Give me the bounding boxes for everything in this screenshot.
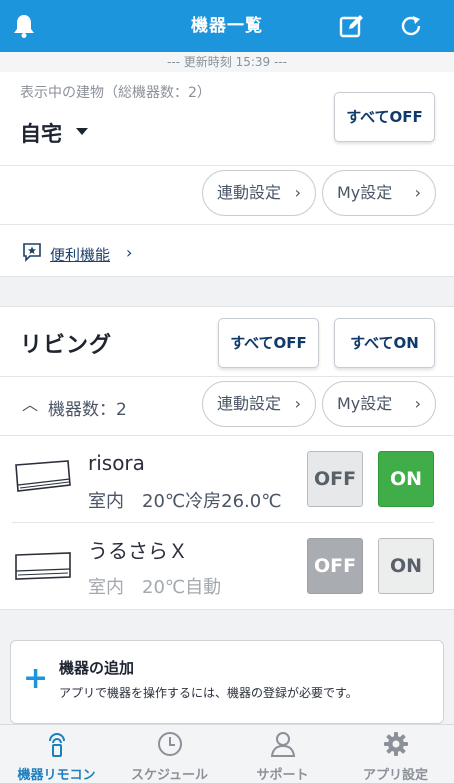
device-off-button[interactable]: OFF	[307, 451, 363, 507]
chevron-right-icon: ›	[294, 183, 301, 202]
page-title: 機器一覧	[191, 16, 263, 36]
room-name: リビング	[20, 333, 113, 358]
add-device-card[interactable]: + 機器の追加 アプリで機器を操作するには、機器の登録が必要です。	[10, 640, 444, 724]
room-all-off-button[interactable]: すべてOFF	[218, 318, 319, 368]
divider	[0, 435, 454, 436]
building-selector[interactable]: 自宅	[20, 118, 62, 148]
my-setting-label: My設定	[337, 183, 393, 202]
chevron-right-icon: ›	[126, 243, 133, 262]
tab-label: スケジュール	[130, 768, 209, 783]
device-status: 室内 20℃冷房26.0℃	[88, 491, 282, 512]
divider	[0, 165, 454, 166]
device-off-button[interactable]: OFF	[307, 538, 363, 594]
tab-schedule[interactable]: スケジュール	[113, 725, 226, 783]
refresh-icon[interactable]	[397, 12, 425, 40]
tab-label: 機器リモコン	[17, 768, 96, 783]
device-name: うるさらＸ	[88, 539, 188, 563]
link-setting-label: 連動設定	[217, 394, 282, 413]
updated-time: --- 更新時刻 15:39 ---	[0, 52, 454, 72]
building-card: 表示中の建物（総機器数：2） 自宅 すべてOFF 連動設定 › My設定 › 便…	[0, 72, 454, 277]
app-header: 機器一覧	[0, 0, 454, 52]
chevron-right-icon: ›	[414, 394, 421, 413]
device-on-button[interactable]: ON	[378, 451, 434, 507]
room-all-on-button[interactable]: すべてON	[334, 318, 435, 368]
device-on-button[interactable]: ON	[378, 538, 434, 594]
link-setting-label: 連動設定	[217, 183, 282, 202]
tab-support[interactable]: サポート	[226, 725, 339, 783]
building-link-setting-button[interactable]: 連動設定 ›	[202, 170, 316, 216]
room-card: リビング すべてOFF すべてON ︿ 機器数：2 連動設定 › My設定 › …	[0, 306, 454, 610]
building-my-setting-button[interactable]: My設定 ›	[322, 170, 436, 216]
chevron-right-icon: ›	[294, 394, 301, 413]
star-note-icon	[23, 243, 41, 262]
edit-icon[interactable]	[337, 12, 365, 40]
remote-icon	[49, 733, 65, 757]
device-name: risora	[88, 451, 145, 475]
tab-label: アプリ設定	[362, 768, 428, 783]
divider	[0, 376, 454, 377]
person-icon	[270, 732, 296, 757]
plus-icon: +	[23, 661, 49, 696]
chevron-right-icon: ›	[414, 183, 421, 202]
device-count-toggle[interactable]: 機器数：2	[48, 395, 127, 420]
chevron-up-icon[interactable]: ︿	[22, 391, 38, 415]
bottom-tab-bar: 機器リモコン スケジュール サポート アプリ設定	[0, 724, 454, 783]
tab-remote[interactable]: 機器リモコン	[0, 725, 113, 783]
my-setting-label: My設定	[337, 394, 393, 413]
room-link-setting-button[interactable]: 連動設定 ›	[202, 381, 316, 427]
dropdown-caret-icon[interactable]	[76, 128, 88, 135]
add-device-description: アプリで機器を操作するには、機器の登録が必要です。	[59, 686, 358, 700]
divider	[12, 522, 434, 523]
utility-link[interactable]: 便利機能	[50, 244, 110, 265]
clock-icon	[158, 732, 182, 756]
device-status: 室内 20℃自動	[88, 577, 222, 598]
divider	[0, 224, 454, 225]
gear-icon	[384, 732, 408, 756]
air-conditioner-icon	[15, 552, 71, 580]
room-my-setting-button[interactable]: My設定 ›	[322, 381, 436, 427]
building-caption: 表示中の建物（総機器数：2）	[20, 85, 211, 101]
building-all-off-button[interactable]: すべてOFF	[334, 92, 435, 142]
air-conditioner-icon	[15, 460, 71, 492]
tab-label: サポート	[256, 768, 309, 783]
tab-app-settings[interactable]: アプリ設定	[339, 725, 452, 783]
add-device-title: 機器の追加	[59, 659, 135, 677]
